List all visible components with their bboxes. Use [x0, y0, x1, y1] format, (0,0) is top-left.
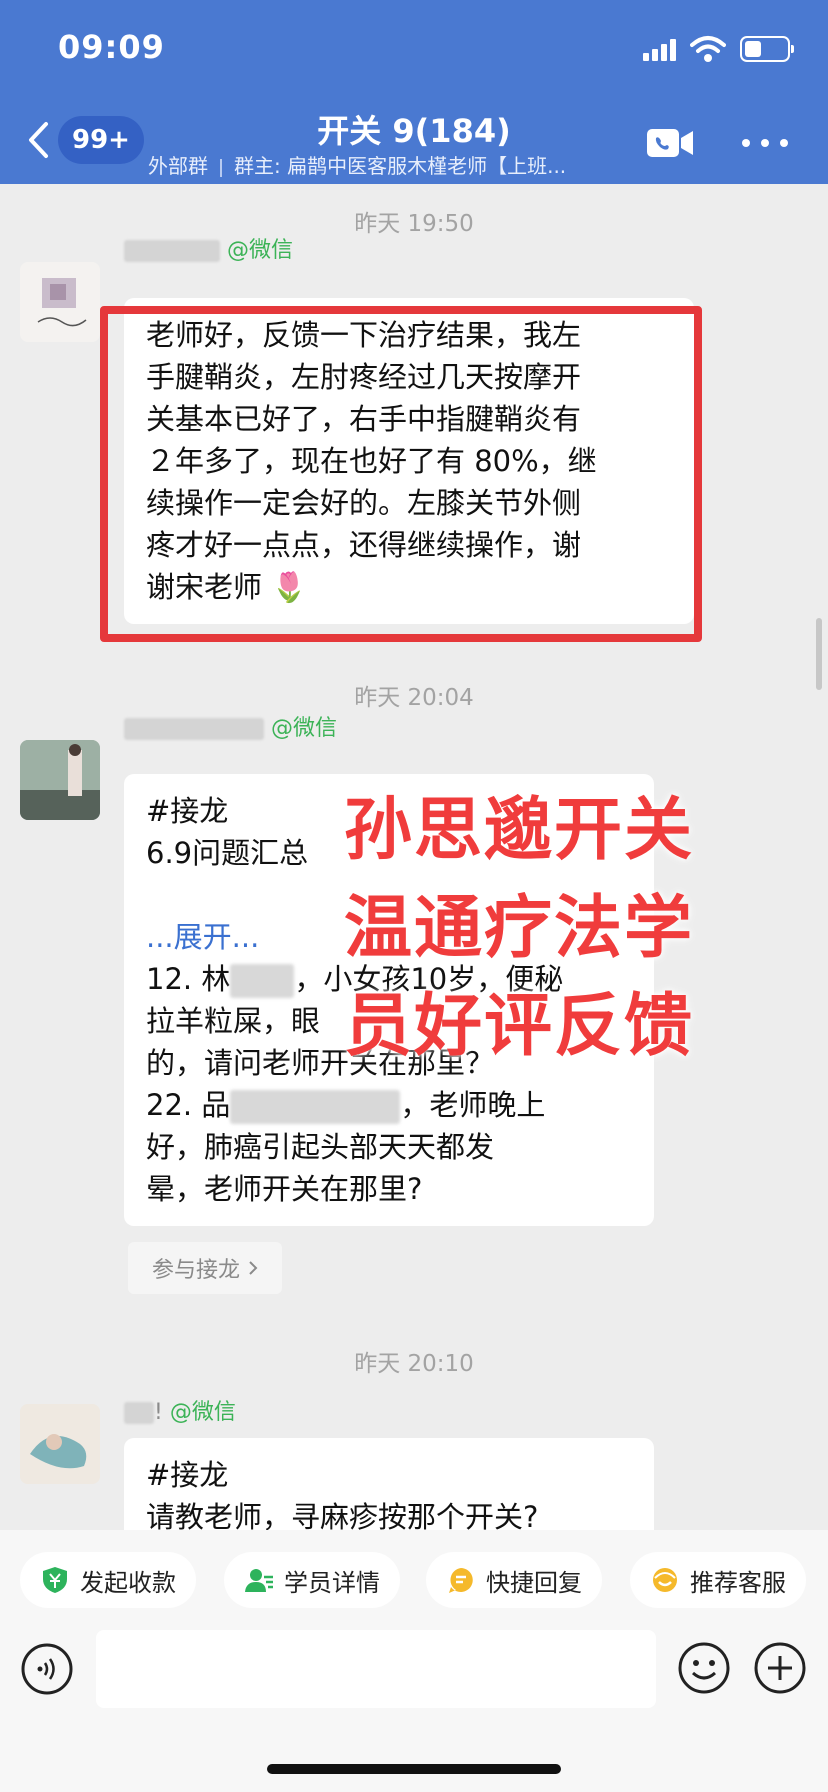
payment-shield-icon: [43, 1567, 67, 1593]
plus-icon[interactable]: [752, 1640, 808, 1696]
sender-name: @微信: [124, 710, 337, 742]
student-detail-button[interactable]: 学员详情: [224, 1552, 400, 1608]
timestamp: 昨天 20:10: [354, 1351, 474, 1377]
payment-button[interactable]: 发起收款: [20, 1552, 196, 1608]
group-owner-label: 群主: 扁鹊中医客服木槿老师【上班...: [234, 154, 567, 178]
avatar[interactable]: [20, 740, 100, 820]
avatar[interactable]: [20, 1404, 100, 1484]
chevron-right-icon: [249, 1261, 258, 1275]
status-time: 09:09: [58, 28, 165, 66]
user-detail-icon: [245, 1569, 273, 1592]
input-bar: [0, 1630, 828, 1792]
join-chain-button[interactable]: 参与接龙: [128, 1242, 282, 1294]
wifi-icon: [690, 36, 726, 62]
battery-icon: [740, 36, 794, 62]
chat-header: 09:09 99+ 开关 9(184) 外部群 群主: 扁鹊中医客服木槿老师【上班…: [0, 0, 828, 184]
overlay-caption: 孙思邈开关 温通疗法学 员好评反馈: [344, 791, 695, 1066]
emoji-icon[interactable]: [676, 1640, 732, 1696]
highlight-frame: [100, 306, 702, 642]
quick-action-bar: 发起收款 学员详情 快捷回复 推荐客服: [0, 1530, 828, 1630]
sender-name: ! @微信: [124, 1394, 236, 1426]
quick-reply-button[interactable]: 快捷回复: [426, 1552, 602, 1608]
message-bubble[interactable]: #接龙 请教老师，寻麻疹按那个开关?: [124, 1438, 654, 1530]
sender-name: @微信: [124, 232, 293, 264]
chat-title: 开关 9(184): [317, 112, 511, 150]
chat-subtitle: 外部群 群主: 扁鹊中医客服木槿老师【上班...: [148, 150, 566, 179]
message-input[interactable]: [96, 1630, 656, 1708]
quick-reply-icon: [449, 1568, 473, 1593]
status-icons: [643, 34, 794, 64]
more-options-icon[interactable]: [742, 126, 788, 160]
voice-icon[interactable]: [20, 1642, 74, 1696]
avatar[interactable]: [20, 262, 100, 342]
recommend-agent-button[interactable]: 推荐客服: [630, 1552, 806, 1608]
signal-icon: [643, 37, 676, 61]
video-call-icon[interactable]: [645, 126, 695, 160]
timestamp: 昨天 20:04: [354, 685, 474, 711]
group-type-label: 外部群: [148, 154, 208, 178]
home-indicator[interactable]: [267, 1764, 561, 1774]
divider: [220, 158, 222, 177]
scroll-indicator[interactable]: [816, 618, 822, 690]
recommend-agent-icon: [653, 1568, 677, 1592]
